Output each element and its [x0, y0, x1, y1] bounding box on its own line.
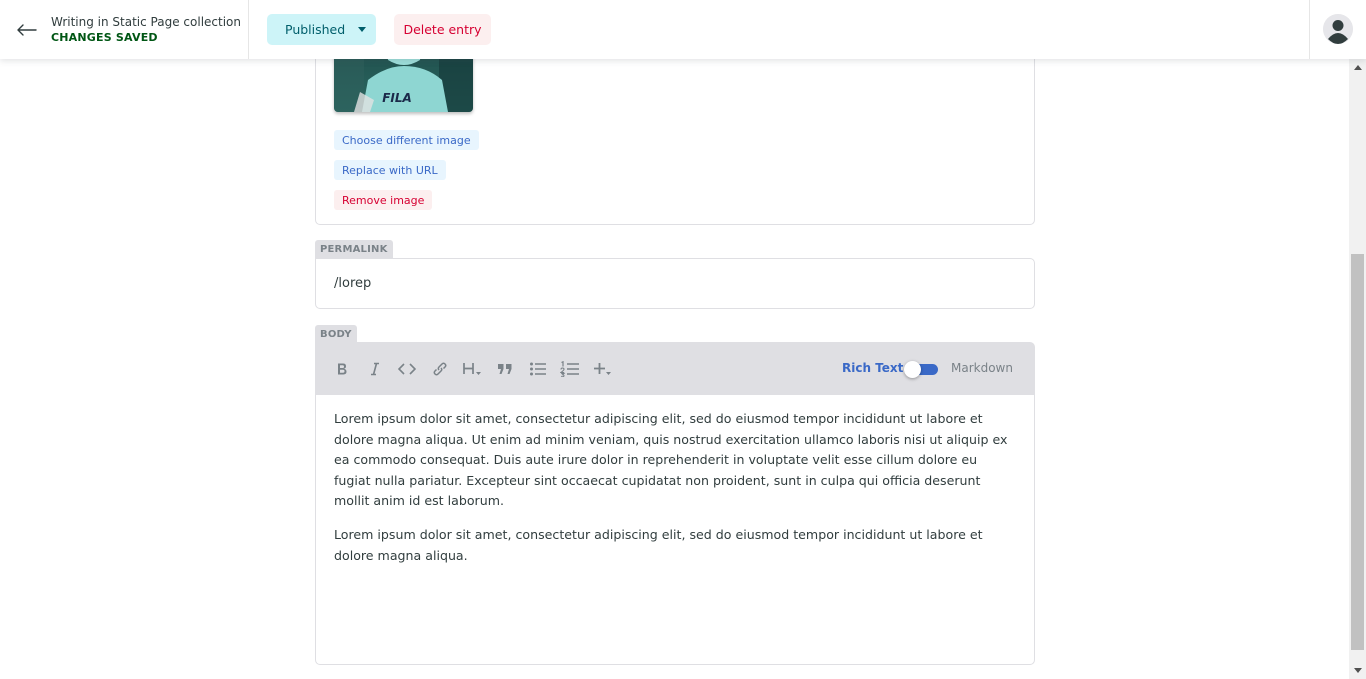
rich-text-mode-label[interactable]: Rich Text [842, 361, 903, 375]
numbered-list-icon[interactable] [557, 356, 583, 382]
code-icon[interactable] [394, 356, 420, 382]
scroll-up-arrow-icon[interactable] [1349, 59, 1366, 76]
header-divider [1309, 0, 1310, 59]
editor-header: Writing in Static Page collection CHANGE… [0, 0, 1366, 59]
chevron-down-icon [358, 27, 366, 32]
user-avatar-icon[interactable] [1323, 14, 1353, 44]
link-icon[interactable] [427, 356, 453, 382]
header-divider [248, 0, 249, 59]
permalink-label: PERMALINK [315, 240, 393, 258]
save-status: CHANGES SAVED [51, 31, 158, 44]
editor-toolbar: Rich Text Markdown [315, 342, 1035, 395]
scroll-down-arrow-icon[interactable] [1349, 662, 1366, 679]
editor-mode-toggle[interactable] [904, 361, 938, 378]
heading-icon[interactable] [460, 356, 486, 382]
body-label: BODY [315, 325, 357, 343]
breadcrumb: Writing in Static Page collection CHANGE… [51, 14, 241, 46]
permalink-input[interactable]: /lorep [315, 258, 1035, 309]
choose-different-image-button[interactable]: Choose different image [334, 130, 479, 150]
collection-title: Writing in Static Page collection [51, 15, 241, 29]
quote-icon[interactable] [492, 356, 518, 382]
body-paragraph: Lorem ipsum dolor sit amet, consectetur … [334, 527, 983, 563]
bulleted-list-icon[interactable] [525, 356, 551, 382]
body-editor[interactable]: Lorem ipsum dolor sit amet, consectetur … [315, 395, 1035, 665]
image-widget: FILA Choose different image Replace with… [315, 40, 1035, 225]
add-component-icon[interactable] [590, 356, 616, 382]
italic-icon[interactable] [362, 356, 388, 382]
bold-icon[interactable] [329, 356, 355, 382]
scrollbar-thumb[interactable] [1351, 254, 1364, 650]
publish-status-dropdown[interactable]: Published [267, 14, 376, 45]
delete-entry-button[interactable]: Delete entry [394, 14, 491, 45]
arrow-left-icon [17, 24, 37, 36]
replace-with-url-button[interactable]: Replace with URL [334, 160, 446, 180]
markdown-mode-label[interactable]: Markdown [951, 361, 1013, 375]
back-button[interactable] [14, 17, 40, 43]
page-scrollbar[interactable] [1349, 59, 1366, 679]
toggle-knob [904, 361, 921, 378]
body-paragraph: Lorem ipsum dolor sit amet, consectetur … [334, 411, 1008, 508]
publish-status-label: Published [285, 22, 346, 37]
remove-image-button[interactable]: Remove image [334, 190, 433, 210]
thumbnail-logo-text: FILA [382, 91, 412, 105]
